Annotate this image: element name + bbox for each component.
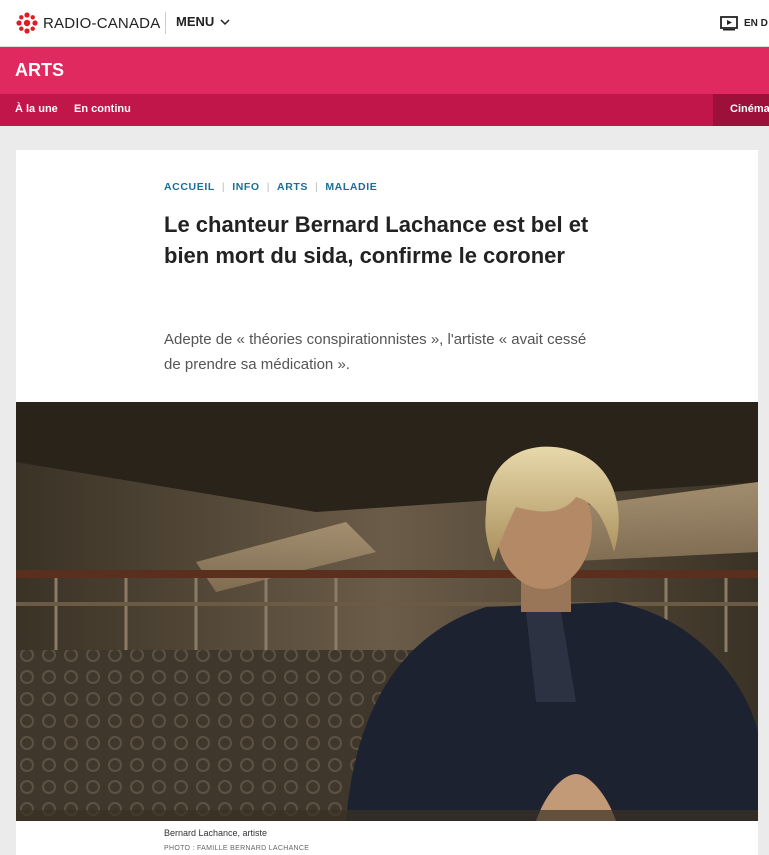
section-title[interactable]: ARTS xyxy=(15,60,64,81)
menu-button[interactable]: MENU xyxy=(176,14,230,29)
logo-text: RADIO-CANADA xyxy=(43,14,161,32)
live-label: EN D xyxy=(744,17,768,29)
breadcrumb-arts[interactable]: ARTS xyxy=(277,181,308,193)
subnav-item-a-la-une[interactable]: À la une xyxy=(15,103,58,115)
article-lede: Adepte de « théories conspirationnistes … xyxy=(164,331,587,373)
breadcrumb-info[interactable]: INFO xyxy=(232,181,259,193)
article-card: ACCUEIL | INFO | ARTS | MALADIE Le chant… xyxy=(16,150,758,855)
live-button[interactable]: EN D xyxy=(720,15,768,31)
breadcrumb-separator: | xyxy=(315,181,319,193)
portrait-photo xyxy=(16,402,758,821)
radio-canada-gem-icon xyxy=(16,12,38,34)
chevron-down-icon xyxy=(220,18,230,25)
subnav-item-en-continu[interactable]: En continu xyxy=(74,103,131,115)
play-screen-icon xyxy=(720,16,738,31)
breadcrumb-separator: | xyxy=(221,181,226,193)
photo-caption: Bernard Lachance, artiste xyxy=(164,828,268,838)
section-banner: ARTS xyxy=(0,47,769,94)
menu-label: MENU xyxy=(176,14,215,29)
radio-canada-logo[interactable]: RADIO-CANADA xyxy=(15,12,160,34)
article-photo[interactable] xyxy=(16,402,758,821)
breadcrumb-accueil[interactable]: ACCUEIL xyxy=(164,181,215,193)
subnav-item-cinema[interactable]: Cinéma xyxy=(713,94,769,126)
header-divider xyxy=(165,12,166,34)
breadcrumb-separator: | xyxy=(266,181,271,193)
section-subnav: À la une En continu Cinéma xyxy=(0,94,769,126)
subnav-item-cinema-label: Cinéma xyxy=(730,103,769,115)
article-headline: Le chanteur Bernard Lachance est bel et … xyxy=(164,212,589,268)
photo-credit: PHOTO : FAMILLE BERNARD LACHANCE xyxy=(164,845,310,852)
breadcrumb: ACCUEIL | INFO | ARTS | MALADIE xyxy=(164,181,377,193)
breadcrumb-maladie[interactable]: MALADIE xyxy=(325,181,377,193)
top-bar: RADIO-CANADA MENU EN D xyxy=(0,0,769,47)
